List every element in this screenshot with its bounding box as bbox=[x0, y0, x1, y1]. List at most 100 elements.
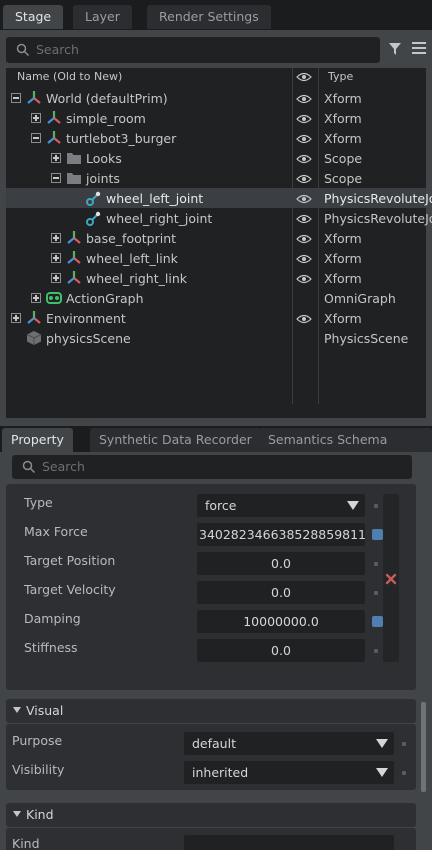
tree-row[interactable]: wheel_right_link Xform bbox=[6, 268, 426, 288]
default-indicator bbox=[374, 562, 378, 566]
tree-row-name: simple_room bbox=[66, 111, 146, 126]
default-indicator bbox=[374, 504, 378, 508]
default-indicator bbox=[374, 649, 378, 653]
visibility-eye-icon[interactable] bbox=[296, 253, 312, 264]
tree-row-name: Environment bbox=[46, 311, 126, 326]
tree-row-type: Xform bbox=[324, 91, 362, 106]
tree-row[interactable]: base_footprint Xform bbox=[6, 228, 426, 248]
tab-semantics-schema-editor[interactable]: Semantics Schema Editor bbox=[259, 428, 432, 471]
type-dropdown[interactable]: force bbox=[197, 494, 365, 517]
filter-icon[interactable] bbox=[388, 42, 402, 56]
vertical-scrollbar[interactable] bbox=[421, 702, 426, 792]
visibility-label: Visibility bbox=[12, 762, 65, 777]
visibility-eye-icon[interactable] bbox=[296, 233, 312, 244]
tree-row[interactable]: physicsScene PhysicsScene bbox=[6, 328, 426, 348]
tab-property[interactable]: Property bbox=[2, 428, 73, 452]
visual-section-header[interactable]: Visual bbox=[6, 699, 416, 723]
expand-icon[interactable] bbox=[31, 113, 41, 123]
visibility-eye-icon[interactable] bbox=[296, 213, 312, 224]
collapse-icon[interactable] bbox=[11, 93, 21, 103]
xform-icon bbox=[26, 90, 42, 106]
visibility-eye-icon[interactable] bbox=[296, 133, 312, 144]
hamburger-menu-icon[interactable] bbox=[412, 42, 426, 54]
tree-row[interactable]: wheel_left_link Xform bbox=[6, 248, 426, 268]
purpose-label: Purpose bbox=[12, 733, 63, 748]
stage-tree: Name (Old to New) Type World (defaultPri… bbox=[6, 68, 432, 445]
visibility-eye-icon[interactable] bbox=[296, 93, 312, 104]
tree-row-name: base_footprint bbox=[86, 231, 177, 246]
modified-indicator[interactable] bbox=[372, 529, 383, 540]
type-value: force bbox=[205, 498, 237, 513]
max-force-field[interactable]: 340282346638528859811704 bbox=[197, 523, 365, 546]
max-force-label: Max Force bbox=[24, 524, 88, 539]
tree-row-type: OmniGraph bbox=[324, 291, 396, 306]
property-search-input[interactable]: Search bbox=[12, 455, 412, 479]
expand-icon[interactable] bbox=[51, 253, 61, 263]
stage-panel: Search Name (Old to New) Type World (def… bbox=[0, 30, 432, 445]
tree-row[interactable]: joints Scope bbox=[6, 168, 426, 188]
tree-row-name: Looks bbox=[86, 151, 122, 166]
modified-indicator[interactable] bbox=[372, 616, 383, 627]
xform-icon bbox=[46, 130, 62, 146]
kind-properties-group: Kind bbox=[6, 828, 416, 850]
visibility-dropdown[interactable]: inherited bbox=[184, 761, 394, 784]
tree-row-type: Xform bbox=[324, 131, 362, 146]
tree-row[interactable]: turtlebot3_burger Xform bbox=[6, 128, 426, 148]
folder-icon bbox=[66, 150, 82, 166]
expand-icon[interactable] bbox=[51, 273, 61, 283]
graph-icon bbox=[46, 290, 62, 306]
collapse-icon[interactable] bbox=[51, 173, 61, 183]
tree-row-type: Scope bbox=[324, 171, 363, 186]
visibility-eye-icon[interactable] bbox=[296, 193, 312, 204]
tree-row-name: physicsScene bbox=[46, 331, 131, 346]
visibility-eye-icon[interactable] bbox=[296, 313, 312, 324]
search-placeholder: Search bbox=[36, 42, 79, 57]
tab-synthetic-data-recorder[interactable]: Synthetic Data Recorder bbox=[90, 428, 261, 452]
damping-field[interactable]: 10000000.0 bbox=[197, 610, 365, 633]
expand-icon[interactable] bbox=[51, 153, 61, 163]
xform-icon bbox=[66, 250, 82, 266]
tree-row[interactable]: wheel_right_joint PhysicsRevoluteJoint bbox=[6, 208, 432, 228]
search-icon bbox=[16, 43, 30, 57]
purpose-dropdown[interactable]: default bbox=[184, 732, 394, 755]
tree-row[interactable]: wheel_left_joint PhysicsRevoluteJoint bbox=[6, 188, 432, 208]
stage-tabbar: Stage Layer Render Settings bbox=[0, 0, 432, 30]
visibility-eye-icon[interactable] bbox=[296, 173, 312, 184]
drive-properties-group: Type force Max Force 3402823466385288598… bbox=[6, 484, 416, 690]
target-position-value: 0.0 bbox=[271, 556, 291, 571]
tab-stage[interactable]: Stage bbox=[3, 5, 64, 29]
visibility-value: inherited bbox=[192, 765, 249, 780]
visibility-eye-icon[interactable] bbox=[296, 273, 312, 284]
remove-icon[interactable] bbox=[385, 573, 397, 585]
tree-row[interactable]: ActionGraph OmniGraph bbox=[6, 288, 426, 308]
xform-icon bbox=[66, 230, 82, 246]
tree-row[interactable]: simple_room Xform bbox=[6, 108, 426, 128]
chevron-down-icon bbox=[376, 768, 388, 777]
collapse-icon[interactable] bbox=[31, 133, 41, 143]
expand-icon[interactable] bbox=[11, 313, 21, 323]
column-header-name[interactable]: Name (Old to New) bbox=[17, 68, 122, 86]
kind-dropdown[interactable] bbox=[184, 835, 394, 850]
property-panel: Search Type force Max Force 340282346638… bbox=[0, 452, 432, 850]
tree-row[interactable]: Environment Xform bbox=[6, 308, 426, 328]
target-position-field[interactable]: 0.0 bbox=[197, 552, 365, 575]
stage-search-input[interactable]: Search bbox=[6, 37, 380, 63]
target-velocity-field[interactable]: 0.0 bbox=[197, 581, 365, 604]
tree-row[interactable]: World (defaultPrim) Xform bbox=[6, 88, 426, 108]
expand-icon[interactable] bbox=[51, 233, 61, 243]
tree-row-name: turtlebot3_burger bbox=[66, 131, 177, 146]
column-header-type[interactable]: Type bbox=[328, 68, 353, 86]
tree-row[interactable]: Looks Scope bbox=[6, 148, 426, 168]
tree-row-type: Xform bbox=[324, 111, 362, 126]
joint-icon bbox=[86, 210, 102, 226]
tab-render-settings[interactable]: Render Settings bbox=[147, 5, 271, 29]
stiffness-field[interactable]: 0.0 bbox=[197, 639, 365, 662]
xform-icon bbox=[26, 310, 42, 326]
tab-layer[interactable]: Layer bbox=[73, 5, 132, 29]
visibility-eye-icon[interactable] bbox=[296, 153, 312, 164]
default-indicator bbox=[402, 742, 406, 746]
expand-icon[interactable] bbox=[31, 293, 41, 303]
kind-section-header[interactable]: Kind bbox=[6, 803, 416, 827]
tree-row-name: wheel_left_link bbox=[86, 251, 178, 266]
visibility-eye-icon[interactable] bbox=[296, 113, 312, 124]
